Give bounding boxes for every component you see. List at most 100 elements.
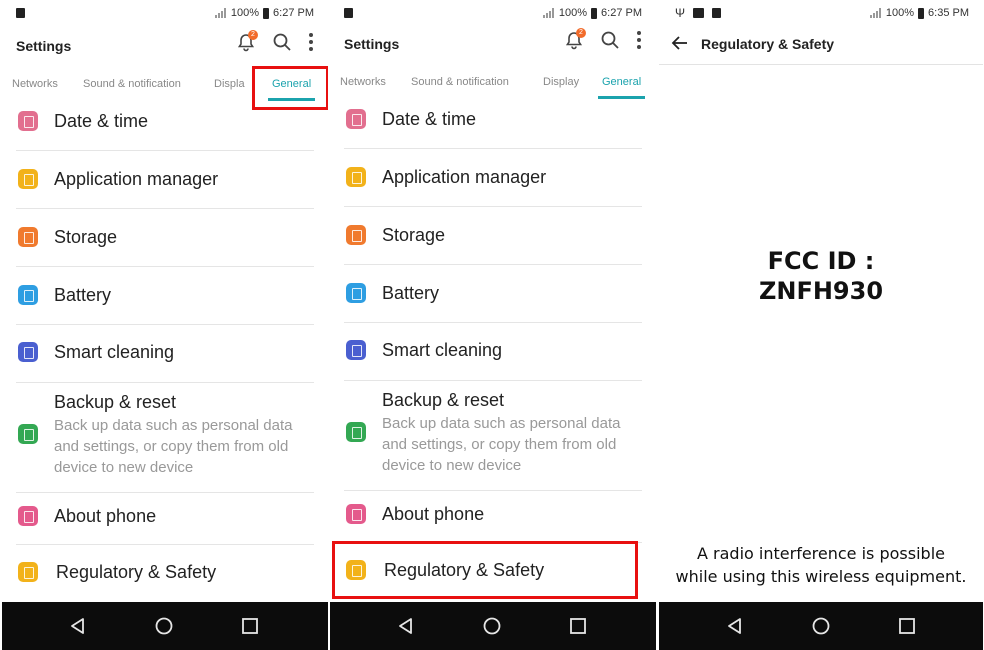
fcc-id-value: ZNFH930 xyxy=(758,277,884,305)
list-item-smart-cleaning[interactable]: Smart cleaning xyxy=(16,324,314,383)
list-item-date-time[interactable]: Date & time xyxy=(344,102,642,149)
tutorial-composite: 100% 6:27 PM Settings 2 Networks Sound &… xyxy=(0,0,984,650)
sim-icon xyxy=(344,8,353,18)
backup-icon xyxy=(18,424,38,444)
list-item-regulatory-safety[interactable]: Regulatory & Safety xyxy=(16,544,314,600)
battery-status-icon xyxy=(263,7,270,19)
list-item-backup-reset[interactable]: Backup & reset Back up data such as pers… xyxy=(16,382,314,493)
home-nav-icon[interactable] xyxy=(482,616,502,636)
list-item-backup-reset[interactable]: Backup & reset Back up data such as pers… xyxy=(344,380,642,491)
battery-percent: 100% xyxy=(230,7,260,19)
more-options-icon[interactable] xyxy=(636,30,642,55)
smart-cleaning-icon xyxy=(346,340,366,360)
recents-nav-icon[interactable] xyxy=(568,616,588,636)
calendar-icon xyxy=(346,109,366,129)
settings-screen-general-tab: 100% 6:27 PM Settings 2 Networks Sound &… xyxy=(2,0,328,650)
usb-icon: Ψ xyxy=(675,6,686,20)
tab-display[interactable]: Displa xyxy=(214,78,245,90)
list-item-label: Application manager xyxy=(382,167,547,187)
app-bar: Regulatory & Safety xyxy=(659,28,983,65)
clock: 6:27 PM xyxy=(273,7,314,19)
clock: 6:35 PM xyxy=(928,7,969,19)
battery-percent: 100% xyxy=(885,7,915,19)
app-bar: Settings 2 xyxy=(330,26,656,62)
tab-sound-notification[interactable]: Sound & notification xyxy=(83,78,181,90)
notification-badge: 2 xyxy=(248,30,258,40)
list-item-about-phone[interactable]: About phone xyxy=(16,492,314,545)
apps-icon xyxy=(346,167,366,187)
list-item-label: Battery xyxy=(382,283,440,303)
smart-cleaning-icon xyxy=(18,342,38,362)
tab-sound-notification[interactable]: Sound & notification xyxy=(411,76,509,88)
list-item-label: Battery xyxy=(54,285,112,305)
page-title: Regulatory & Safety xyxy=(701,36,835,52)
navigation-bar xyxy=(2,602,328,650)
fcc-id-label: FCC ID : ZNFH930 xyxy=(659,246,983,306)
tab-networks[interactable]: Networks xyxy=(12,78,58,90)
calendar-icon xyxy=(18,111,38,131)
back-arrow-icon[interactable] xyxy=(671,34,689,52)
page-title: Settings xyxy=(344,36,400,52)
status-bar: 100% 6:27 PM xyxy=(2,0,328,28)
clock: 6:27 PM xyxy=(601,7,642,19)
more-options-icon[interactable] xyxy=(308,32,314,57)
list-item-label: Regulatory & Safety xyxy=(56,562,217,582)
list-item-label: Smart cleaning xyxy=(382,340,503,360)
back-nav-icon[interactable] xyxy=(725,616,745,636)
notification-bell-icon[interactable]: 2 xyxy=(236,30,258,57)
list-item-about-phone[interactable]: About phone xyxy=(344,490,642,543)
search-icon[interactable] xyxy=(272,32,292,57)
home-nav-icon[interactable] xyxy=(811,616,831,636)
recents-nav-icon[interactable] xyxy=(897,616,917,636)
navigation-bar xyxy=(330,602,656,650)
status-bar: 100% 6:27 PM xyxy=(330,0,656,28)
sim-icon xyxy=(16,8,25,18)
list-item-battery[interactable]: Battery xyxy=(16,266,314,325)
settings-tabs: Networks Sound & notification Display Ge… xyxy=(330,66,656,102)
sim-icon xyxy=(712,8,722,18)
storage-icon xyxy=(18,227,38,247)
back-nav-icon[interactable] xyxy=(68,616,88,636)
list-item-label: Backup & reset xyxy=(382,390,505,410)
home-nav-icon[interactable] xyxy=(154,616,174,636)
battery-icon xyxy=(18,285,38,305)
back-nav-icon[interactable] xyxy=(396,616,416,636)
page-title: Settings xyxy=(16,38,72,54)
list-item-label: About phone xyxy=(382,504,485,524)
backup-icon xyxy=(346,422,366,442)
tab-networks[interactable]: Networks xyxy=(340,76,386,88)
list-item-label: Smart cleaning xyxy=(54,342,175,362)
list-item-storage[interactable]: Storage xyxy=(16,208,314,267)
list-item-smart-cleaning[interactable]: Smart cleaning xyxy=(344,322,642,381)
battery-icon xyxy=(346,283,366,303)
list-item-storage[interactable]: Storage xyxy=(344,206,642,265)
list-item-description: Back up data such as personal data and s… xyxy=(382,415,621,474)
search-icon[interactable] xyxy=(600,30,620,55)
list-item-label: About phone xyxy=(54,506,157,526)
phone-info-icon xyxy=(18,506,38,526)
battery-status-icon xyxy=(918,7,925,19)
list-item-label: Storage xyxy=(54,227,118,247)
radio-interference-notice: A radio interference is possible while u… xyxy=(659,542,983,588)
storage-icon xyxy=(346,225,366,245)
list-item-label: Date & time xyxy=(382,109,477,129)
image-icon xyxy=(693,8,705,18)
list-item-application-manager[interactable]: Application manager xyxy=(16,150,314,209)
app-bar: Settings 2 xyxy=(2,28,328,64)
list-item-label: Storage xyxy=(382,225,446,245)
list-item-battery[interactable]: Battery xyxy=(344,264,642,323)
status-bar: Ψ 100% 6:35 PM xyxy=(659,0,983,28)
tab-general[interactable]: General xyxy=(597,76,646,99)
signal-icon xyxy=(869,8,882,18)
recents-nav-icon[interactable] xyxy=(240,616,260,636)
regulatory-safety-screen: Ψ 100% 6:35 PM Regulatory & Safety FCC I… xyxy=(659,0,983,650)
battery-status-icon xyxy=(591,7,598,19)
notification-badge: 2 xyxy=(576,28,586,38)
list-item-label: Date & time xyxy=(54,111,149,131)
notification-bell-icon[interactable]: 2 xyxy=(564,28,586,55)
signal-icon xyxy=(214,8,227,18)
list-item-application-manager[interactable]: Application manager xyxy=(344,148,642,207)
tab-display[interactable]: Display xyxy=(543,76,579,88)
battery-percent: 100% xyxy=(558,7,588,19)
list-item-date-time[interactable]: Date & time xyxy=(16,104,314,151)
